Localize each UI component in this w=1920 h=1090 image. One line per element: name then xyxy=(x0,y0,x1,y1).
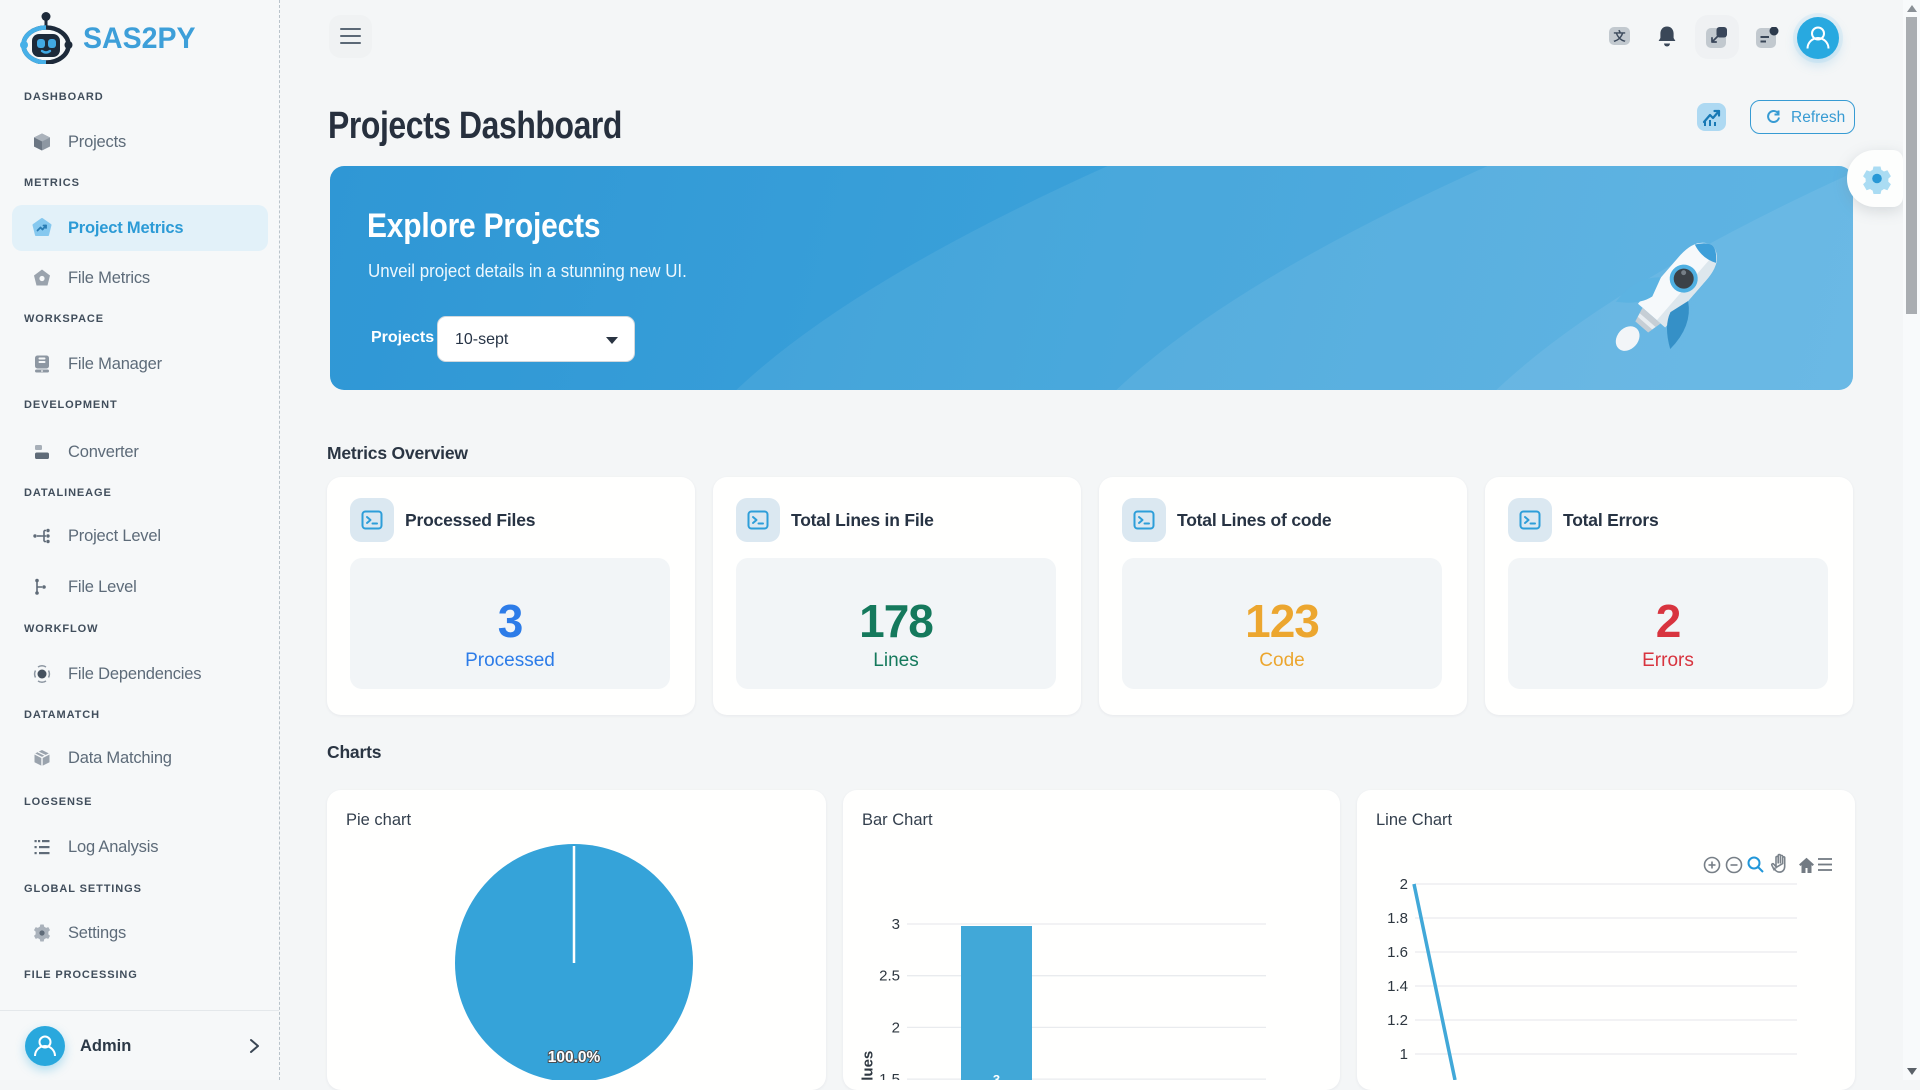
svg-text:1.8: 1.8 xyxy=(1387,910,1408,927)
svg-text:2.5: 2.5 xyxy=(879,968,900,985)
svg-text:2: 2 xyxy=(892,1019,900,1036)
svg-text:文: 文 xyxy=(1613,29,1626,44)
svg-text:3: 3 xyxy=(892,916,900,933)
svg-text:1.4: 1.4 xyxy=(1387,978,1408,995)
svg-text:1.2: 1.2 xyxy=(1387,1012,1408,1029)
svg-text:1.6: 1.6 xyxy=(1387,944,1408,961)
svg-text:1: 1 xyxy=(1400,1046,1408,1063)
svg-text:100.0%: 100.0% xyxy=(548,1049,601,1066)
svg-text:Values: Values xyxy=(860,1051,877,1080)
svg-text:2: 2 xyxy=(1400,876,1408,893)
svg-text:3: 3 xyxy=(993,1072,1000,1080)
svg-text:1.5: 1.5 xyxy=(879,1071,900,1080)
